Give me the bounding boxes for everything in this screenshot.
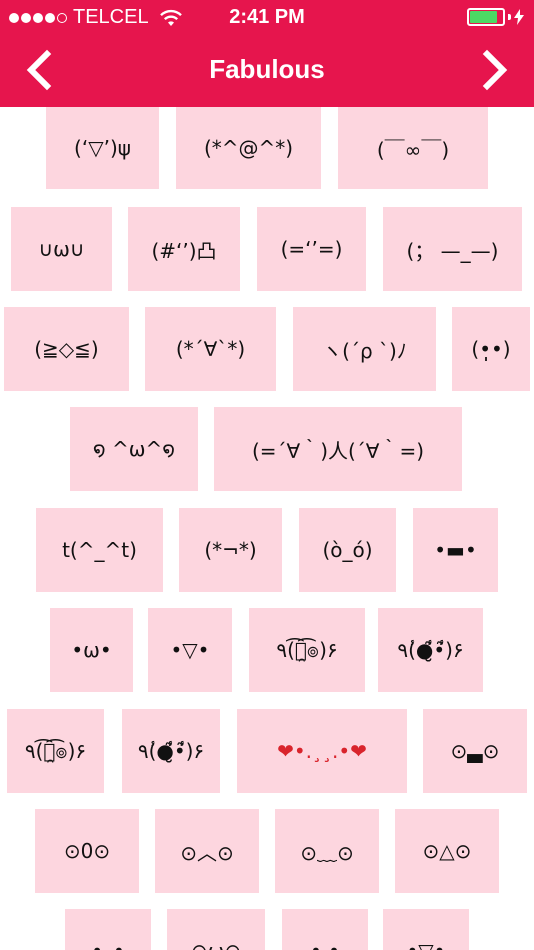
emoticon-tile[interactable]: ٩(̾●̮̮̃̾•̃̾)۶ bbox=[378, 608, 483, 692]
emoticon-tile[interactable]: (； —_—) bbox=[383, 207, 522, 291]
emoticon-tile[interactable]: •.• bbox=[282, 909, 368, 950]
app-header: TELCEL 2:41 PM Fabulous bbox=[0, 0, 534, 107]
emoticon-tile[interactable]: (#‘’)凸 bbox=[128, 207, 240, 291]
emoticon-tile[interactable]: ヽ(´ρ `)ﾉ bbox=[293, 307, 436, 391]
emoticon-tile[interactable]: (≧◇≦) bbox=[4, 307, 129, 391]
emoticon-tile[interactable]: ⊙︿⊙ bbox=[155, 809, 259, 893]
emoticon-tile[interactable]: •ω• bbox=[50, 608, 133, 692]
emoticon-tile[interactable]: ⊙△⊙ bbox=[395, 809, 499, 893]
emoticon-tile[interactable]: (=´∀｀)人(´∀｀=) bbox=[214, 407, 462, 491]
emoticon-tile[interactable]: ٩(͡๏̯͡๏)۶ bbox=[7, 709, 104, 793]
emoticon-tile[interactable]: t(^_^t) bbox=[36, 508, 163, 592]
emoticon-tile[interactable]: (•̩̩̩̩•) bbox=[452, 307, 530, 391]
chevron-right-icon bbox=[482, 49, 508, 91]
emoticon-tile[interactable]: (*¬*) bbox=[179, 508, 282, 592]
charging-icon bbox=[514, 9, 524, 25]
emoticon-tile[interactable]: ⊙ω⊙ bbox=[167, 909, 265, 950]
emoticon-tile[interactable]: •_• bbox=[65, 909, 151, 950]
emoticon-tile[interactable]: (ò_ó) bbox=[299, 508, 396, 592]
forward-button[interactable] bbox=[474, 48, 514, 92]
emoticon-tile[interactable]: •▽• bbox=[148, 608, 232, 692]
emoticon-tile[interactable]: ໑ ^ω^໑ bbox=[70, 407, 198, 491]
emoticon-grid: (‘▽’)ψ (*^@^*) (￣∞￣) ∪ω∪ (#‘’)凸 (=‘’=) (； —_—)… bbox=[0, 107, 534, 950]
emoticon-tile[interactable]: (*´∀`*) bbox=[145, 307, 276, 391]
emoticon-tile[interactable]: (=‘’=) bbox=[257, 207, 366, 291]
status-bar: TELCEL 2:41 PM bbox=[0, 0, 534, 36]
battery-icon bbox=[467, 8, 524, 26]
emoticon-tile[interactable]: ⊙0⊙ bbox=[35, 809, 139, 893]
navigation-bar: Fabulous bbox=[0, 36, 534, 107]
emoticon-tile[interactable]: ❤•.¸¸.•❤ bbox=[237, 709, 407, 793]
page-title: Fabulous bbox=[209, 54, 325, 84]
emoticon-tile[interactable]: ∪ω∪ bbox=[11, 207, 112, 291]
emoticon-tile[interactable]: ⊙▃⊙ bbox=[423, 709, 527, 793]
emoticon-tile[interactable]: ٩(̾●̮̮̃̾•̃̾)۶ bbox=[122, 709, 220, 793]
emoticon-tile[interactable]: (‘▽’)ψ bbox=[46, 107, 159, 189]
emoticon-tile[interactable]: (￣∞￣) bbox=[338, 107, 488, 189]
emoticon-tile[interactable]: ⊙﹏⊙ bbox=[275, 809, 379, 893]
emoticon-tile[interactable]: ٩(͡๏̯͡๏)۶ bbox=[249, 608, 365, 692]
emoticon-tile[interactable]: (*^@^*) bbox=[176, 107, 321, 189]
emoticon-tile[interactable]: •▽• bbox=[383, 909, 469, 950]
emoticon-tile[interactable]: •▬• bbox=[413, 508, 498, 592]
clock: 2:41 PM bbox=[229, 6, 305, 28]
